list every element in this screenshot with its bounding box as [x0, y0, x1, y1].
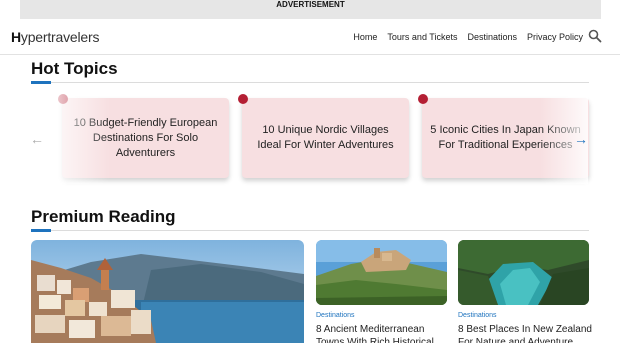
topic-marker — [418, 94, 428, 104]
logo-initial: H — [11, 29, 21, 45]
premium-reading-accent — [31, 229, 51, 232]
article-image[interactable] — [316, 240, 447, 305]
article-category[interactable]: Destinations — [458, 312, 497, 320]
carousel-fade-left — [50, 92, 110, 184]
article-title[interactable]: 8 Best Places In New Zealand For Nature … — [458, 323, 593, 343]
article-category[interactable]: Destinations — [316, 312, 355, 320]
article-title[interactable]: 8 Ancient Mediterranean Towns With Rich … — [316, 323, 451, 343]
featured-article-image[interactable] — [31, 240, 304, 343]
arrow-left-icon[interactable]: ← — [30, 132, 44, 146]
nav-tours-and-tickets[interactable]: Tours and Tickets — [387, 31, 457, 43]
search-icon[interactable] — [588, 29, 602, 43]
advertisement-label: ADVERTISEMENT — [276, 0, 345, 9]
logo-text: ypertravelers — [20, 29, 100, 45]
nav-destinations[interactable]: Destinations — [467, 31, 517, 43]
article-image[interactable] — [458, 240, 589, 305]
site-logo[interactable]: Hypertravelers — [11, 29, 99, 45]
site-header: Hypertravelers Home Tours and Tickets De… — [0, 19, 620, 55]
hot-topics-divider — [31, 82, 589, 83]
topic-card[interactable]: 10 Unique Nordic Villages Ideal For Wint… — [238, 94, 409, 178]
main-nav: Home Tours and Tickets Destinations Priv… — [353, 31, 583, 43]
topic-title: 10 Unique Nordic Villages Ideal For Wint… — [257, 124, 394, 151]
premium-reading-divider — [31, 230, 589, 231]
topic-marker — [238, 94, 248, 104]
hot-topics-carousel: 10 Budget-Friendly European Destinations… — [0, 92, 620, 184]
advertisement-bar: ADVERTISEMENT — [20, 0, 601, 19]
hot-topics-accent — [31, 81, 51, 84]
nav-home[interactable]: Home — [353, 31, 377, 43]
arrow-right-icon[interactable]: → — [574, 132, 588, 146]
nav-privacy-policy[interactable]: Privacy Policy — [527, 31, 583, 43]
hot-topics-heading: Hot Topics — [31, 59, 118, 78]
premium-reading-heading: Premium Reading — [31, 207, 176, 226]
